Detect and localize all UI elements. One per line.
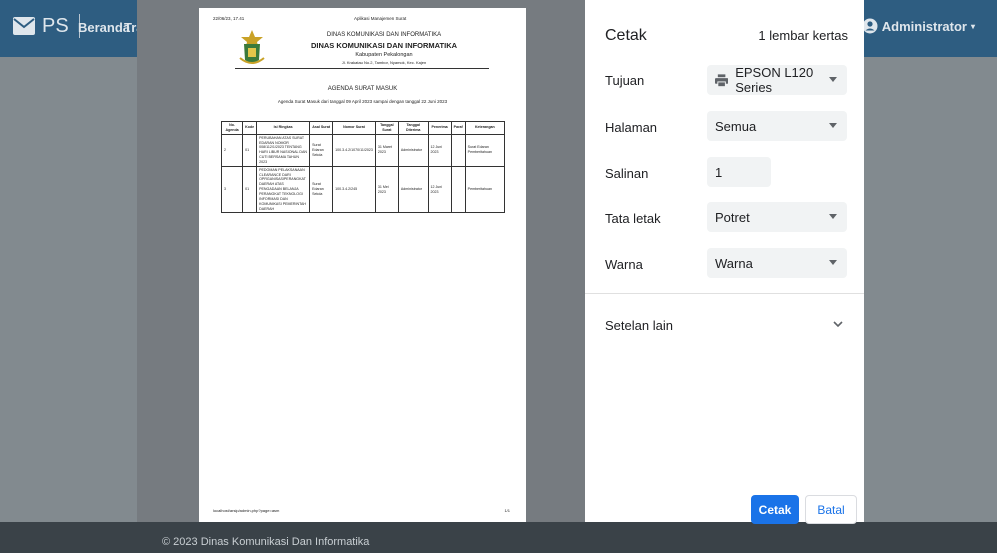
col-header: No. Agenda bbox=[220, 121, 244, 135]
layout-label: Tata letak bbox=[605, 211, 661, 226]
col-header: Asal Surat bbox=[309, 121, 334, 135]
agenda-title: AGENDA SURAT MASUK bbox=[327, 86, 398, 92]
caret-down-icon bbox=[829, 214, 837, 219]
table-cell: Administrator bbox=[397, 165, 429, 214]
table-cell: Surat Edaran Sekda bbox=[309, 133, 334, 167]
col-header: Penerima bbox=[427, 121, 452, 135]
color-select[interactable]: Warna bbox=[707, 248, 847, 278]
table-row: 3 01 PEDOMAN PELAKSANAAN CLEARANCE DARI … bbox=[220, 165, 506, 214]
user-menu[interactable]: Administrator ▾ bbox=[862, 18, 975, 34]
brand-text: PS bbox=[42, 14, 69, 37]
agenda-subtitle: Agenda Surat Masuk dari tanggal 09 April… bbox=[277, 99, 448, 104]
copies-label: Salinan bbox=[605, 166, 649, 181]
table-cell: 100.3.4.2/245 bbox=[332, 165, 376, 214]
more-settings-toggle[interactable]: Setelan lain bbox=[605, 318, 673, 333]
table-cell: 2 bbox=[220, 133, 244, 167]
col-header: Keterangan bbox=[464, 121, 506, 135]
copies-input[interactable]: 1 bbox=[707, 157, 771, 187]
letterhead-line3: Kabupaten Pekalongan bbox=[355, 52, 413, 58]
letterhead-line2: DINAS KOMUNIKASI DAN INFORMATIKA bbox=[310, 41, 458, 50]
printer-icon bbox=[715, 73, 729, 87]
pages-select[interactable]: Semua bbox=[707, 111, 847, 141]
letterhead-address: Jl. Krakatau No.2, Tambor, Nyamok, Kec. … bbox=[341, 60, 427, 65]
preview-page: 22/06/23, 17.41 Aplikasi Manajemen Surat… bbox=[199, 8, 526, 522]
table-cell: 01 bbox=[242, 165, 258, 214]
col-header: Tanggal Surat bbox=[374, 121, 399, 135]
table-cell: 3 bbox=[220, 165, 244, 214]
print-page-number: 1/1 bbox=[504, 508, 510, 513]
table-cell: Pemberitahuan bbox=[464, 165, 506, 214]
layout-value: Potret bbox=[715, 209, 750, 225]
caret-down-icon bbox=[829, 260, 837, 265]
caret-down-icon bbox=[829, 77, 837, 82]
mail-icon bbox=[13, 17, 35, 35]
caret-down-icon bbox=[829, 123, 837, 128]
print-settings-panel: Cetak 1 lembar kertas Tujuan EPSON L120 … bbox=[585, 0, 864, 524]
sheet-count: 1 lembar kertas bbox=[758, 28, 848, 43]
pages-label: Halaman bbox=[605, 120, 658, 135]
letterhead-line1: DINAS KOMUNIKASI DAN INFORMATIKA bbox=[326, 32, 442, 38]
table-cell: Administrator bbox=[397, 133, 429, 167]
print-timestamp: 22/06/23, 17.41 bbox=[213, 16, 245, 21]
col-header: Paraf bbox=[450, 121, 466, 135]
table-cell: 31 Mei 2023 bbox=[374, 165, 399, 214]
destination-label: Tujuan bbox=[605, 73, 645, 88]
agenda-table: No. Agenda Kode Isi Ringkas Asal Surat N… bbox=[220, 121, 506, 214]
print-button[interactable]: Cetak bbox=[751, 495, 799, 524]
letterhead-rule bbox=[235, 68, 489, 69]
col-header: Isi Ringkas bbox=[256, 121, 311, 135]
nav-beranda[interactable]: Beranda bbox=[78, 20, 130, 35]
table-cell bbox=[450, 133, 466, 167]
table-cell bbox=[450, 165, 466, 214]
col-header: Tanggal Diterima bbox=[397, 121, 429, 135]
table-cell: PERUBAHAN ATAS SURAT EDARAN NOMOR 008/11… bbox=[256, 133, 311, 167]
destination-select[interactable]: EPSON L120 Series bbox=[707, 65, 847, 95]
table-cell: 31 Maret 2023 bbox=[374, 133, 399, 167]
print-preview: 22/06/23, 17.41 Aplikasi Manajemen Surat… bbox=[137, 0, 585, 522]
table-header-row: No. Agenda Kode Isi Ringkas Asal Surat N… bbox=[220, 121, 506, 135]
color-value: Warna bbox=[715, 255, 753, 271]
cancel-button[interactable]: Batal bbox=[805, 495, 857, 524]
table-cell: 12 Juni 2023 bbox=[427, 165, 452, 214]
user-name: Administrator bbox=[881, 18, 967, 34]
table-cell: 100.3.4.2/1070/11/2023 bbox=[332, 133, 376, 167]
settings-divider bbox=[585, 293, 864, 294]
table-cell: 01 bbox=[242, 133, 258, 167]
table-cell: 12 Juni 2023 bbox=[427, 133, 452, 167]
table-cell: PEDOMAN PELAKSANAAN CLEARANCE DARI OPRGA… bbox=[256, 165, 311, 214]
page-footer bbox=[0, 522, 997, 553]
pages-value: Semua bbox=[715, 118, 757, 134]
col-header: Kode bbox=[242, 121, 258, 135]
print-title: Cetak bbox=[605, 27, 647, 44]
user-circle-icon bbox=[862, 18, 878, 34]
table-row: 2 01 PERUBAHAN ATAS SURAT EDARAN NOMOR 0… bbox=[220, 133, 506, 167]
print-app-name: Aplikasi Manajemen Surat bbox=[354, 16, 407, 21]
regency-emblem-icon bbox=[239, 30, 265, 64]
col-header: Nomor Surat bbox=[332, 121, 376, 135]
table-cell: Surat Edaran Pemberitahuan bbox=[464, 133, 506, 167]
print-footer-url: localhost/arsip/admin.php?page=asm bbox=[213, 508, 280, 513]
footer-copyright: © 2023 Dinas Komunikasi Dan Informatika bbox=[162, 536, 370, 548]
caret-down-icon: ▾ bbox=[970, 21, 975, 31]
chevron-down-icon[interactable] bbox=[832, 318, 844, 330]
brand[interactable]: PS bbox=[12, 14, 80, 38]
color-label: Warna bbox=[605, 257, 643, 272]
print-dialog: 22/06/23, 17.41 Aplikasi Manajemen Surat… bbox=[137, 0, 864, 524]
layout-select[interactable]: Potret bbox=[707, 202, 847, 232]
copies-value: 1 bbox=[715, 164, 723, 180]
table-cell: Surat Edaran Sekda bbox=[309, 165, 334, 214]
